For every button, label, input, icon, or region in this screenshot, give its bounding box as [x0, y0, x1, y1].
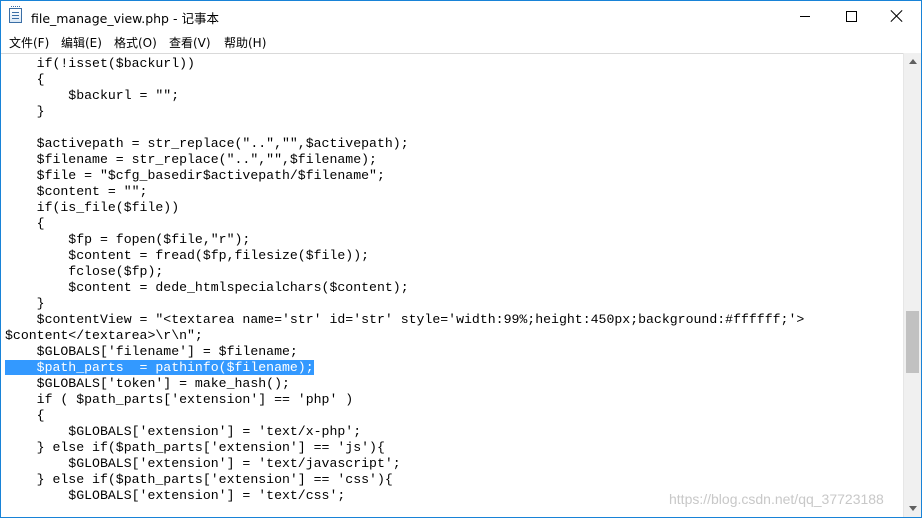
code-line[interactable]: } [5, 296, 804, 312]
scroll-thumb[interactable] [906, 311, 919, 373]
code-line[interactable]: if(is_file($file)) [5, 200, 804, 216]
maximize-button[interactable] [828, 1, 874, 31]
code-line[interactable]: $GLOBALS['extension'] = 'text/javascript… [5, 456, 804, 472]
code-line[interactable]: if(!isset($backurl)) [5, 56, 804, 72]
menu-file[interactable]: 文件(F) [9, 34, 49, 51]
code-line[interactable]: $fp = fopen($file,"r"); [5, 232, 804, 248]
minimize-button[interactable] [782, 1, 828, 31]
close-button[interactable] [874, 1, 920, 31]
code-line[interactable]: $contentView = "<textarea name='str' id=… [5, 312, 805, 328]
code-line[interactable]: $content</textarea>\r\n"; [5, 328, 804, 344]
code-line[interactable]: fclose($fp); [5, 264, 804, 280]
code-line[interactable]: } else if($path_parts['extension'] == 'j… [5, 440, 804, 456]
code-line[interactable]: $content = fread($fp,filesize($file)); [5, 248, 804, 264]
code-line[interactable] [5, 120, 804, 136]
maximize-icon [845, 10, 857, 22]
title-bar[interactable]: file_manage_view.php - 记事本 [1, 1, 921, 31]
menu-view[interactable]: 查看(V) [169, 34, 211, 51]
notepad-icon [9, 6, 22, 23]
code-line[interactable]: { [5, 408, 804, 424]
close-icon [891, 10, 903, 22]
menu-format[interactable]: 格式(O) [114, 34, 157, 51]
code-line[interactable]: { [5, 216, 804, 232]
scroll-up-arrow-icon[interactable] [909, 59, 917, 64]
window-title: file_manage_view.php - 记事本 [31, 11, 219, 26]
vertical-scrollbar[interactable] [903, 53, 921, 517]
code-line[interactable]: $content = ""; [5, 184, 804, 200]
notepad-window: file_manage_view.php - 记事本 文件(F) 编辑(E) 格… [0, 0, 922, 518]
minimize-icon [800, 15, 810, 17]
code-line[interactable]: $filename = str_replace("..","",$filenam… [5, 152, 804, 168]
selected-text[interactable]: $path_parts = pathinfo($filename); [5, 360, 314, 375]
code-line[interactable]: $path_parts = pathinfo($filename); [5, 360, 804, 376]
code-text[interactable]: if(!isset($backurl)) { $backurl = ""; } … [5, 56, 804, 504]
code-line[interactable]: } else if($path_parts['extension'] == 'c… [5, 472, 804, 488]
code-line[interactable]: $GLOBALS['token'] = make_hash(); [5, 376, 804, 392]
watermark: https://blog.csdn.net/qq_37723188 [669, 491, 884, 507]
code-line[interactable]: $backurl = ""; [5, 88, 804, 104]
code-line[interactable]: } [5, 104, 804, 120]
code-line[interactable]: if ( $path_parts['extension'] == 'php' ) [5, 392, 804, 408]
code-line[interactable]: $content = dede_htmlspecialchars($conten… [5, 280, 804, 296]
text-editor[interactable]: if(!isset($backurl)) { $backurl = ""; } … [1, 53, 903, 517]
code-line[interactable]: $activepath = str_replace("..","",$activ… [5, 136, 804, 152]
scroll-down-arrow-icon[interactable] [909, 506, 917, 511]
code-line[interactable]: $file = "$cfg_basedir$activepath/$filena… [5, 168, 804, 184]
menu-help[interactable]: 帮助(H) [224, 34, 266, 51]
menu-bar: 文件(F) 编辑(E) 格式(O) 查看(V) 帮助(H) [1, 31, 921, 52]
code-line[interactable]: $GLOBALS['extension'] = 'text/x-php'; [5, 424, 804, 440]
code-line[interactable]: { [5, 72, 804, 88]
menu-edit[interactable]: 编辑(E) [61, 34, 102, 51]
code-line[interactable]: $GLOBALS['filename'] = $filename; [5, 344, 804, 360]
